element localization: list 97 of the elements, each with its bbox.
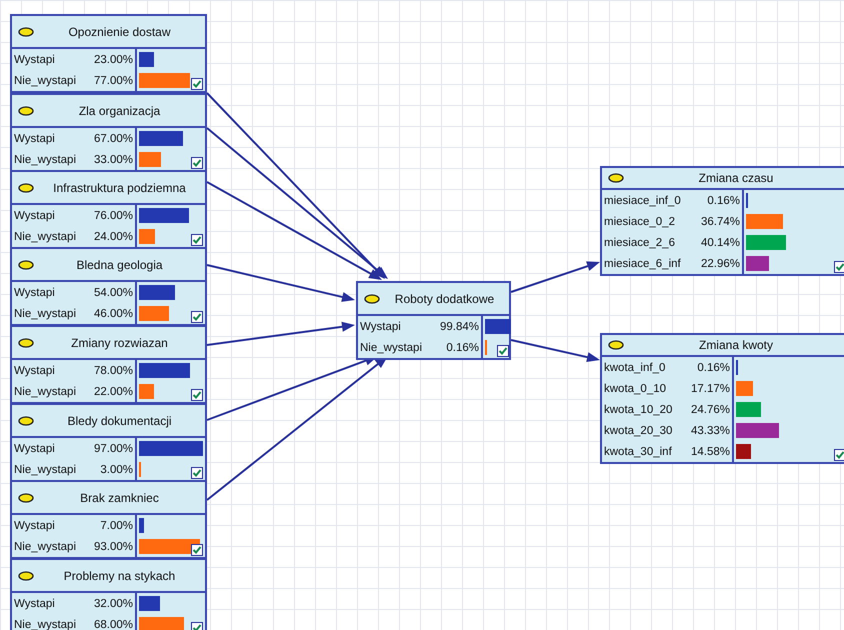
node-card[interactable]: Opoznienie dostaw Wystapi 23.00% Nie_wystapi 77.00% xyxy=(10,14,207,93)
ellipse-icon xyxy=(18,492,34,502)
ellipse-icon xyxy=(608,340,624,350)
state-value: 3.00% xyxy=(100,464,134,476)
state-label: miesiace_2_6 xyxy=(603,236,676,248)
state-value: 23.00% xyxy=(94,54,134,66)
node-title: Roboty dodatkowe xyxy=(394,292,496,306)
state-value: 24.00% xyxy=(94,230,134,242)
state-label: kwota_20_30 xyxy=(603,424,674,436)
state-label: miesiace_0_2 xyxy=(603,216,676,228)
node-card[interactable]: Zmiany rozwiazan Wystapi 78.00% Nie_wystapi 22.00% xyxy=(10,325,207,404)
ellipse-icon xyxy=(18,182,34,192)
state-label: Nie_wystapi xyxy=(13,386,77,398)
state-value: 0.16% xyxy=(707,194,741,206)
state-value: 7.00% xyxy=(100,520,134,532)
state-value: 78.00% xyxy=(94,364,134,376)
checkbox-icon[interactable] xyxy=(191,311,203,323)
state-label: Wystapi xyxy=(13,132,56,144)
checkbox-icon[interactable] xyxy=(191,234,203,246)
state-value: 17.17% xyxy=(690,382,731,394)
state-value: 32.00% xyxy=(94,598,134,610)
state-value: 68.00% xyxy=(94,618,134,630)
state-value: 54.00% xyxy=(94,286,134,298)
node-card[interactable]: Brak zamkniec Wystapi 7.00% Nie_wystapi 93.00% xyxy=(10,480,207,559)
state-label: Wystapi xyxy=(359,320,402,332)
state-value: 22.00% xyxy=(94,386,134,398)
checkbox-icon[interactable] xyxy=(191,389,203,401)
state-value: 43.33% xyxy=(690,424,731,436)
state-label: kwota_30_inf xyxy=(603,446,673,458)
state-label: Wystapi xyxy=(13,520,56,532)
state-label: Nie_wystapi xyxy=(13,618,77,630)
node-title: Zmiany rozwiazan xyxy=(70,336,169,350)
state-label: Nie_wystapi xyxy=(13,230,77,242)
node-card[interactable]: Infrastruktura podziemna Wystapi 76.00% Nie_wystapi 24.00% xyxy=(10,170,207,249)
state-label: miesiace_6_inf xyxy=(603,258,682,270)
checkbox-icon[interactable] xyxy=(834,449,844,461)
node-card[interactable]: Roboty dodatkowe Wystapi 99.84% Nie_wystapi 0.16% xyxy=(356,281,511,360)
ellipse-icon xyxy=(18,106,34,116)
state-label: Nie_wystapi xyxy=(13,540,77,552)
state-label: Wystapi xyxy=(13,364,56,376)
state-value: 24.76% xyxy=(690,404,731,416)
node-card[interactable]: Zmiana czasu miesiace_inf_0 0.16% miesiace_0_2 36.74% miesiace_2_6 40.14% miesiace_6_inf 22.96% xyxy=(600,166,844,276)
state-value: 76.00% xyxy=(94,210,134,222)
state-label: Nie_wystapi xyxy=(13,154,77,166)
state-label: Nie_wystapi xyxy=(13,464,77,476)
state-value: 93.00% xyxy=(94,540,134,552)
state-label: kwota_inf_0 xyxy=(603,362,666,374)
ellipse-icon xyxy=(364,294,380,304)
node-title: Infrastruktura podziemna xyxy=(52,180,187,194)
state-label: kwota_10_20 xyxy=(603,404,674,416)
state-value: 40.14% xyxy=(700,236,741,248)
ellipse-icon xyxy=(18,416,34,426)
state-label: Wystapi xyxy=(13,286,56,298)
state-label: Nie_wystapi xyxy=(13,74,77,86)
state-value: 33.00% xyxy=(94,154,134,166)
state-label: Wystapi xyxy=(13,598,56,610)
state-label: Nie_wystapi xyxy=(359,342,423,354)
state-value: 0.16% xyxy=(697,362,731,374)
ellipse-icon xyxy=(608,173,624,183)
state-value: 67.00% xyxy=(94,132,134,144)
checkbox-icon[interactable] xyxy=(496,345,509,357)
checkbox-icon[interactable] xyxy=(191,467,203,479)
state-value: 99.84% xyxy=(440,320,480,332)
state-label: miesiace_inf_0 xyxy=(603,194,682,206)
node-card[interactable]: Bledna geologia Wystapi 54.00% Nie_wystapi 46.00% xyxy=(10,247,207,326)
node-title: Zmiana czasu xyxy=(698,171,774,185)
node-title: Bledna geologia xyxy=(75,258,164,272)
state-value: 97.00% xyxy=(94,442,134,454)
state-label: Wystapi xyxy=(13,210,56,222)
ellipse-icon xyxy=(18,570,34,580)
node-title: Brak zamkniec xyxy=(79,490,160,504)
node-title: Opoznienie dostaw xyxy=(67,24,172,38)
ellipse-icon xyxy=(18,26,34,36)
node-card[interactable]: Zla organizacja Wystapi 67.00% Nie_wystapi 33.00% xyxy=(10,93,207,172)
node-card[interactable]: Bledy dokumentacji Wystapi 97.00% Nie_wystapi 3.00% xyxy=(10,403,207,482)
node-title: Zla organizacja xyxy=(78,104,162,118)
node-card[interactable]: Zmiana kwoty kwota_inf_0 0.16% kwota_0_10 17.17% kwota_10_20 24.76% kwota_20_30 43.33% kwota_30_inf 14.58% xyxy=(600,333,844,464)
node-title: Bledy dokumentacji xyxy=(66,414,173,428)
node-card[interactable]: Problemy na stykach Wystapi 32.00% Nie_wystapi 68.00% xyxy=(10,558,207,630)
checkbox-icon[interactable] xyxy=(191,157,203,169)
node-title: Zmiana kwoty xyxy=(698,338,774,352)
state-value: 0.16% xyxy=(446,342,480,354)
state-label: Wystapi xyxy=(13,54,56,66)
node-title: Problemy na stykach xyxy=(62,568,176,582)
state-label: kwota_0_10 xyxy=(603,382,668,394)
state-value: 14.58% xyxy=(690,446,731,458)
checkbox-icon[interactable] xyxy=(191,78,203,90)
ellipse-icon xyxy=(18,260,34,270)
state-value: 77.00% xyxy=(94,74,134,86)
state-label: Wystapi xyxy=(13,442,56,454)
state-label: Nie_wystapi xyxy=(13,308,77,320)
state-value: 22.96% xyxy=(700,258,741,270)
ellipse-icon xyxy=(18,338,34,348)
state-value: 36.74% xyxy=(700,216,741,228)
state-value: 46.00% xyxy=(94,308,134,320)
checkbox-icon[interactable] xyxy=(191,544,203,556)
checkbox-icon[interactable] xyxy=(834,261,844,273)
